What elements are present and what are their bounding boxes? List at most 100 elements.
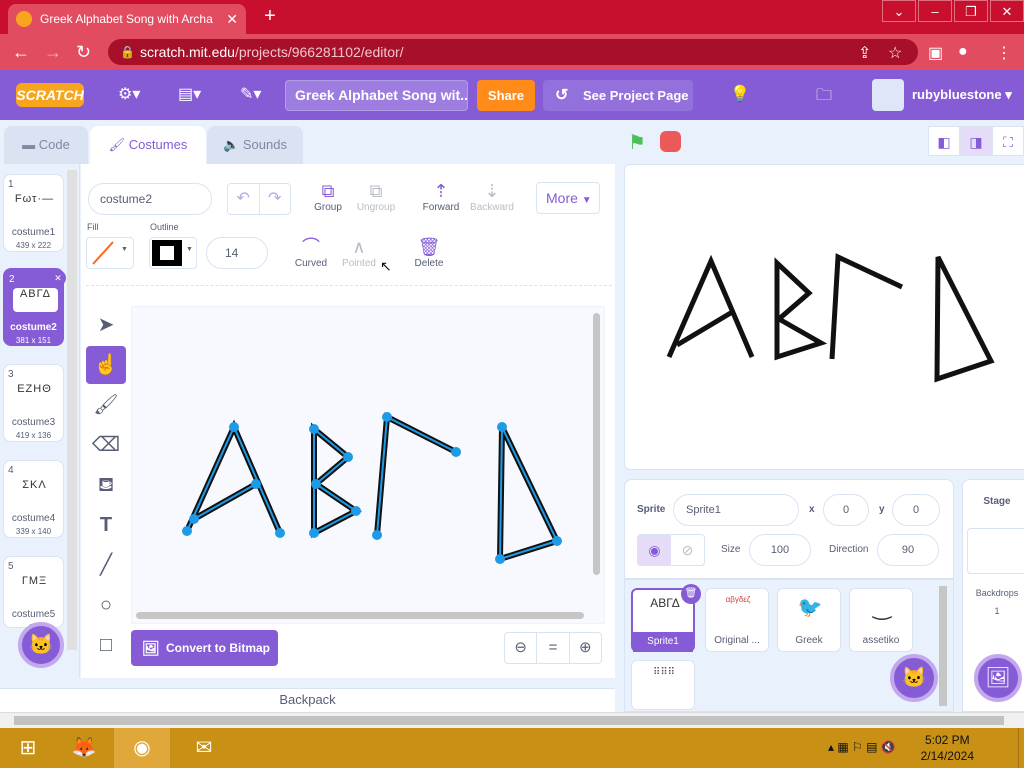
delete-sprite-icon[interactable]: 🗑	[681, 584, 701, 604]
tab-costumes[interactable]: 🖌 Costumes	[90, 126, 206, 166]
paint-canvas[interactable]	[131, 306, 605, 624]
text-tool-icon[interactable]: T	[86, 506, 126, 544]
redo-icon[interactable]: ↷	[260, 184, 291, 214]
fill-color-picker[interactable]: ▼	[86, 237, 134, 269]
my-stuff-folder-icon[interactable]: 🗀	[816, 84, 832, 111]
brush-tool-icon[interactable]: 🖌	[86, 386, 126, 424]
undo-icon[interactable]: ↶	[228, 184, 260, 214]
outline-width-input[interactable]: 14	[206, 237, 268, 269]
eraser-tool-icon[interactable]: ⌫	[86, 426, 126, 464]
choose-sprite-button[interactable]: 🐱	[890, 654, 938, 702]
tab-code[interactable]: ▬ Code	[4, 126, 88, 164]
costume-list-scrollbar[interactable]	[67, 170, 77, 650]
profile-icon[interactable]: ●	[958, 43, 968, 61]
sprite-tile[interactable]: ‿ assetiko	[849, 588, 913, 652]
delete-costume-icon[interactable]: ✕	[50, 270, 66, 286]
sprite-tile[interactable]: ⠿⠿⠿	[631, 660, 695, 710]
sprite-tile[interactable]: αβγδεζ Original ...	[705, 588, 769, 652]
hide-eye-icon[interactable]: ⊘	[671, 535, 704, 565]
rectangle-tool-icon[interactable]: □	[86, 626, 126, 664]
canvas-hscrollbar[interactable]	[136, 612, 584, 619]
tab-sounds[interactable]: 🔈 Sounds	[207, 126, 303, 164]
size-input[interactable]: 100	[749, 534, 811, 566]
back-icon[interactable]: ←	[12, 42, 30, 63]
new-tab-button[interactable]: +	[258, 6, 282, 28]
url-field[interactable]: 🔒 scratch.mit.edu/projects/966281102/edi…	[108, 39, 918, 65]
y-input[interactable]: 0	[892, 494, 940, 526]
costume-size: 381 x 151	[15, 336, 52, 345]
edit-menu-icon[interactable]: ✎▾	[240, 84, 261, 104]
share-page-icon[interactable]: ⇪	[858, 43, 871, 63]
costume-size: 419 x 136	[15, 431, 52, 440]
show-eye-icon[interactable]: ◉	[638, 535, 671, 565]
fill-tool-icon[interactable]: ⛾	[86, 466, 126, 504]
pointed-button[interactable]: ∧ Pointed	[340, 236, 378, 269]
theme-lightbulb-icon[interactable]: 💡	[730, 84, 750, 104]
forward-button[interactable]: ⇡ Forward	[420, 180, 462, 213]
x-input[interactable]: 0	[823, 494, 869, 526]
direction-input[interactable]: 90	[877, 534, 939, 566]
tray-icons[interactable]: ▴ ▦ ⚐ ▤ 🔇	[828, 740, 896, 754]
costume-name-input[interactable]: costume2	[88, 183, 212, 215]
forward-icon[interactable]: →	[44, 42, 62, 63]
canvas-vscrollbar[interactable]	[593, 313, 600, 575]
page-hscrollbar[interactable]	[0, 712, 1024, 728]
small-stage-icon[interactable]: ◧	[928, 126, 960, 156]
reshape-tool-icon[interactable]: ☝	[86, 346, 126, 384]
page-hscroll-thumb[interactable]	[14, 716, 1004, 725]
stage-canvas[interactable]	[624, 164, 1024, 470]
normal-stage-icon[interactable]: ◨	[960, 126, 992, 156]
outlook-icon[interactable]: ✉	[176, 728, 232, 768]
show-desktop-button[interactable]	[1018, 728, 1024, 768]
costume-tile[interactable]: 1 Fωτ·— costume1 439 x 222	[3, 174, 64, 252]
costume-tile[interactable]: 4 ΣΚΛ costume4 339 x 140	[3, 460, 64, 538]
delete-button[interactable]: 🗑 Delete	[410, 236, 448, 269]
scratch-logo[interactable]: SCRATCH	[16, 83, 84, 107]
reload-icon[interactable]: ↻	[76, 42, 91, 63]
settings-gear-icon[interactable]: ⚙▾	[118, 84, 140, 104]
minimize-icon[interactable]: –	[918, 0, 952, 22]
zoom-reset-button[interactable]: =	[537, 633, 570, 663]
backpack-bar[interactable]: Backpack	[0, 688, 615, 712]
convert-to-bitmap-button[interactable]: 🖼 Convert to Bitmap	[131, 630, 278, 666]
zoom-in-icon[interactable]: ⊕	[570, 633, 601, 663]
browser-menu-icon[interactable]: ⋮	[996, 43, 1012, 63]
group-button[interactable]: ⧉ Group	[308, 180, 348, 213]
zoom-out-icon[interactable]: ⊖	[505, 633, 538, 663]
choose-backdrop-button[interactable]: 🖼	[974, 654, 1022, 702]
firefox-icon[interactable]: 🦊	[56, 728, 112, 768]
green-flag-icon[interactable]: ⚑	[628, 130, 646, 155]
ungroup-button[interactable]: ⧉ Ungroup	[354, 180, 398, 213]
line-tool-icon[interactable]: ╱	[86, 546, 126, 584]
tab-search-icon[interactable]: ⌄	[882, 0, 916, 22]
side-panel-icon[interactable]: ▣	[928, 43, 943, 63]
share-button[interactable]: Share	[477, 80, 535, 111]
stop-icon[interactable]	[660, 131, 681, 152]
backward-button[interactable]: ⇣ Backward	[468, 180, 516, 213]
chrome-icon[interactable]: ◉	[114, 728, 170, 768]
outline-color-picker[interactable]: ▼	[149, 237, 197, 269]
see-project-page-button[interactable]: ↺ See Project Page	[543, 80, 693, 111]
costume-tile[interactable]: 3 ΕΖΗΘ costume3 419 x 136	[3, 364, 64, 442]
system-clock[interactable]: 5:02 PM 2/14/2024	[921, 732, 974, 764]
file-menu-icon[interactable]: ▤▾	[178, 84, 201, 104]
window-close-icon[interactable]: ✕	[990, 0, 1024, 22]
browser-tab[interactable]: Greek Alphabet Song with Archa ✕	[8, 4, 246, 34]
sprite-tile[interactable]: 🐦 Greek	[777, 588, 841, 652]
more-dropdown[interactable]: More ▼	[536, 182, 600, 214]
circle-tool-icon[interactable]: ○	[86, 586, 126, 624]
choose-costume-button[interactable]: 🐱	[18, 622, 64, 668]
costume-tile[interactable]: 5 ΓΜΞ costume5 31	[3, 556, 64, 628]
select-tool-icon[interactable]: ➤	[86, 306, 126, 344]
costume-drawing-greek-letters[interactable]	[132, 307, 606, 625]
curved-button[interactable]: ⌒ Curved	[292, 236, 330, 269]
account-menu[interactable]: rubybluestone ▾	[872, 78, 1012, 112]
project-title-input[interactable]: Greek Alphabet Song wit...	[285, 80, 468, 111]
fullscreen-icon[interactable]: ⛶	[992, 126, 1024, 156]
bookmark-star-icon[interactable]: ☆	[888, 43, 902, 63]
sprite-list-scrollbar[interactable]	[939, 586, 947, 706]
windows-start-icon[interactable]: ⊞	[0, 728, 56, 768]
tab-close-icon[interactable]: ✕	[226, 11, 238, 28]
restore-icon[interactable]: ❐	[954, 0, 988, 22]
sprite-name-input[interactable]: Sprite1	[673, 494, 799, 526]
